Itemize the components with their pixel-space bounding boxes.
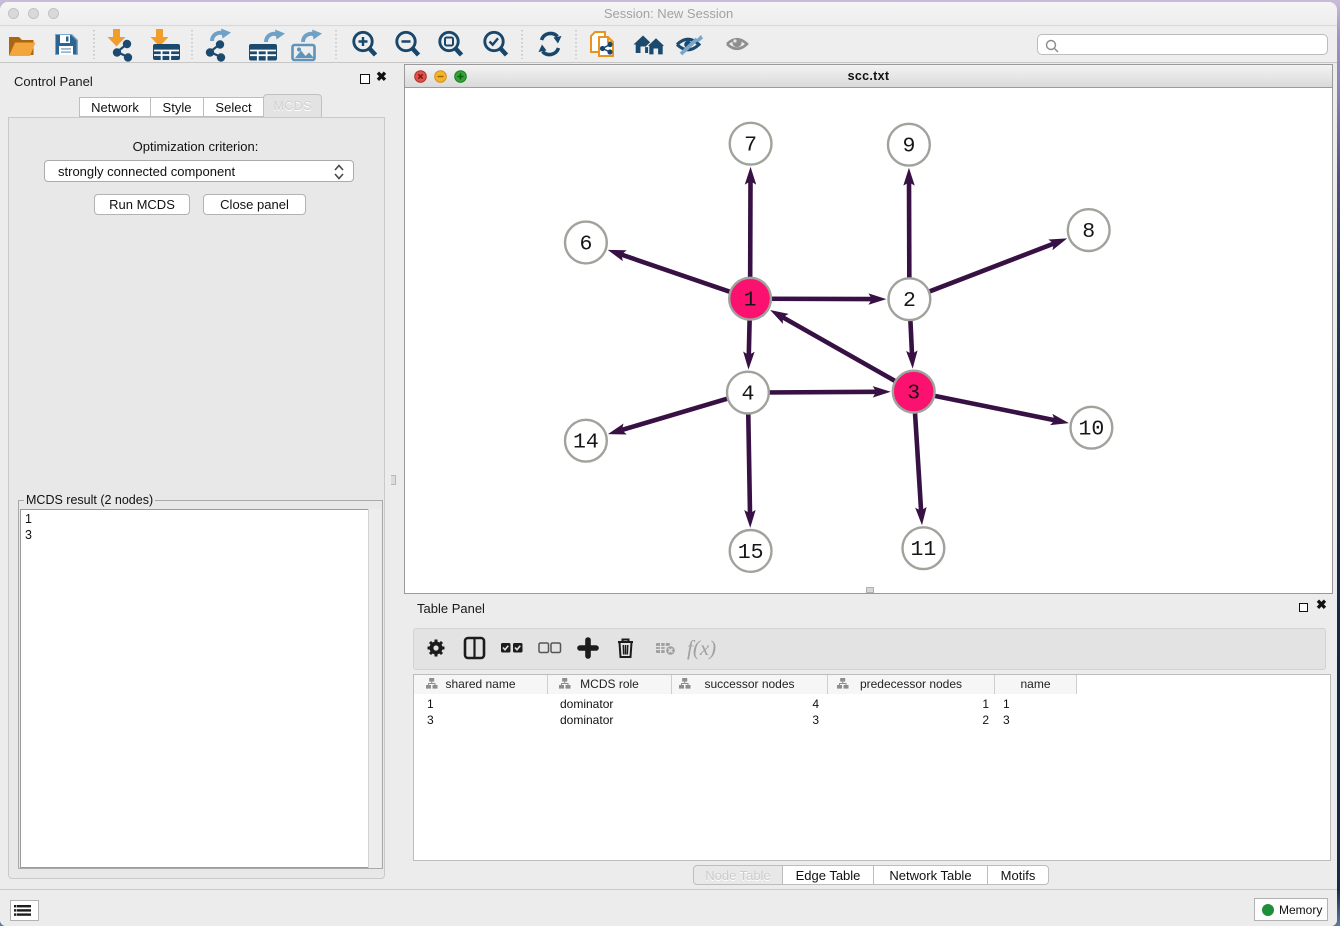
svg-text:2: 2 xyxy=(903,289,916,313)
svg-text:6: 6 xyxy=(579,233,592,257)
svg-text:10: 10 xyxy=(1078,418,1104,442)
svg-text:7: 7 xyxy=(744,134,757,158)
svg-text:8: 8 xyxy=(1082,220,1095,244)
svg-text:14: 14 xyxy=(573,431,599,455)
svg-text:f(x): f(x) xyxy=(687,636,716,660)
svg-text:4: 4 xyxy=(741,383,754,407)
svg-text:11: 11 xyxy=(910,538,936,562)
svg-text:1: 1 xyxy=(744,289,757,313)
svg-text:9: 9 xyxy=(902,135,915,159)
svg-text:15: 15 xyxy=(738,541,764,565)
svg-text:3: 3 xyxy=(907,382,920,406)
